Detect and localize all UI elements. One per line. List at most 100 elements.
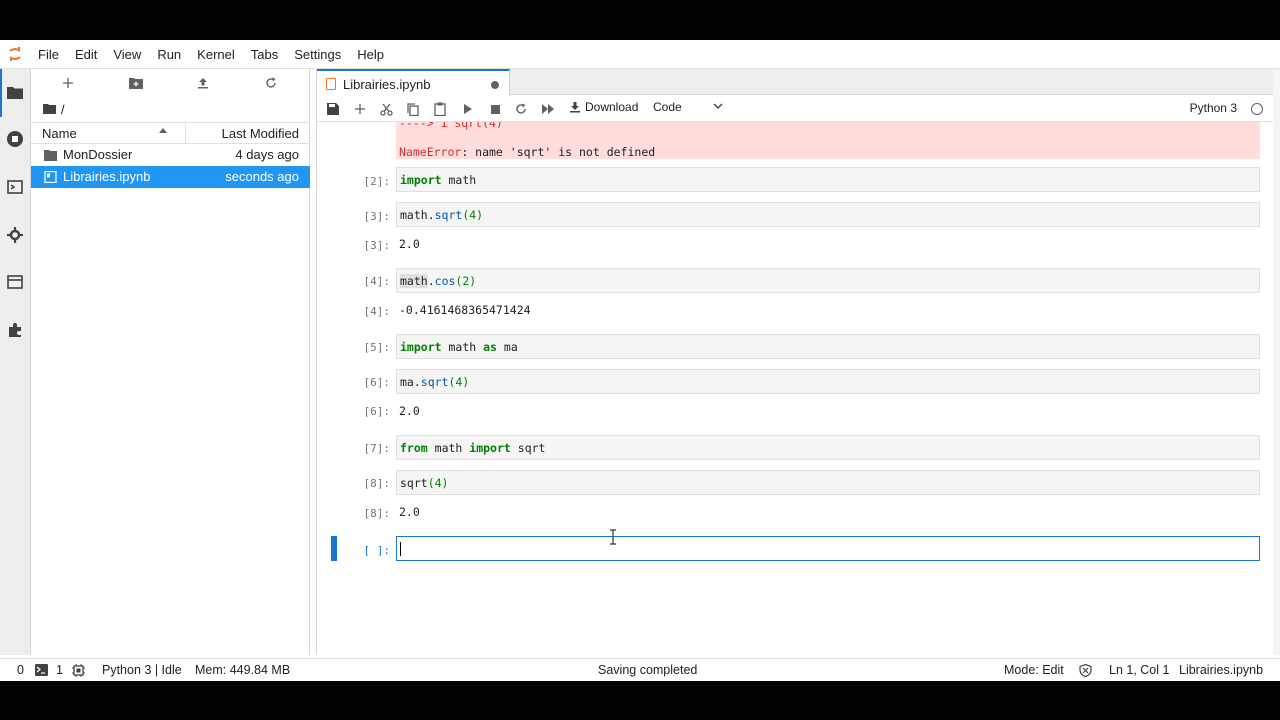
new-launcher-icon[interactable] [60,75,76,91]
code-cell[interactable]: from math import sqrt [396,435,1260,460]
file-modified: 4 days ago [235,147,299,162]
terminal-count[interactable]: 0 [17,663,24,677]
run-icon[interactable] [460,101,476,117]
download-button[interactable]: Download [569,100,638,114]
tab-bar: Librairies.ipynb [317,69,1274,96]
code-cell[interactable]: math.cos(2) [396,268,1260,293]
code-args: (4) [427,476,449,490]
cursor-position[interactable]: Ln 1, Col 1 [1109,663,1169,677]
code-keyword: import [400,340,442,354]
refresh-icon[interactable] [263,75,279,91]
error-message: NameError: name 'sqrt' is not defined [399,145,655,159]
file-name: MonDossier [63,147,133,162]
kernel-count[interactable]: 1 [56,663,63,677]
terminal-icon [35,664,48,679]
upload-icon[interactable] [195,75,211,91]
folder-icon[interactable] [43,102,56,117]
cell-type-select[interactable]: Code [653,100,723,114]
add-cell-icon[interactable] [352,101,368,117]
mouse-ibeam-cursor-icon [610,529,616,545]
kernel-name[interactable]: Python 3 [1190,101,1237,115]
cut-icon[interactable] [378,101,394,117]
code-function: sqrt [420,375,449,389]
input-prompt: [5]: [363,341,391,354]
code-keyword: import [469,441,511,455]
output-prompt: [8]: [363,507,391,520]
output-prompt: [6]: [363,405,391,418]
input-prompt: [6]: [363,376,391,389]
scrollbar[interactable] [1273,69,1280,655]
new-folder-icon[interactable] [128,75,144,91]
input-prompt: [3]: [363,210,391,223]
code-cell[interactable]: import math [396,167,1260,192]
menu-run[interactable]: Run [149,40,189,69]
folder-icon[interactable] [5,82,25,102]
fast-forward-icon[interactable] [540,101,556,117]
breadcrumb-root[interactable]: / [61,102,65,117]
input-prompt: [2]: [363,175,391,188]
output-prompt: [3]: [363,239,391,252]
input-prompt: [8]: [363,477,391,490]
code-cell[interactable]: math.sqrt(4) [396,202,1260,227]
editor-mode[interactable]: Mode: Edit [1004,663,1064,677]
column-modified-header[interactable]: Last Modified [222,123,299,144]
error-name: NameError [399,145,462,159]
file-item-mondossier[interactable]: MonDossier 4 days ago [31,144,310,166]
unsaved-indicator-icon[interactable] [491,81,499,89]
stop-icon[interactable] [487,101,503,117]
menu-tabs[interactable]: Tabs [243,40,286,69]
code-cell-active[interactable] [396,536,1260,561]
menu-view[interactable]: View [105,40,149,69]
code-text-highlighted: math [400,274,428,288]
menu-kernel[interactable]: Kernel [189,40,243,69]
code-cell[interactable]: import math as ma [396,334,1260,359]
status-message: Saving completed [598,663,698,677]
code-args: (4) [462,208,484,222]
column-name-label: Name [42,126,77,141]
active-tab-indicator [0,69,2,117]
output-prompt: [4]: [363,305,391,318]
column-name-header[interactable]: Name [31,123,186,144]
file-item-librairies[interactable]: Librairies.ipynb seconds ago [31,166,310,188]
cell-type-value: Code [653,100,682,114]
menu-settings[interactable]: Settings [286,40,349,69]
code-cell[interactable]: sqrt(4) [396,470,1260,495]
save-icon[interactable] [325,101,341,117]
kernel-status-icon [1251,103,1263,115]
input-prompt: [ ]: [363,544,391,557]
cell-output: 2.0 [399,237,420,251]
code-args: (2) [455,274,477,288]
tab-label: Librairies.ipynb [343,77,431,92]
menu-file[interactable]: File [30,40,67,69]
code-text: math [448,340,477,354]
paste-icon[interactable] [432,101,448,117]
sort-ascending-icon [159,128,167,133]
menu-edit[interactable]: Edit [67,40,105,69]
extensions-icon[interactable] [5,320,25,340]
code-keyword: import [400,173,442,187]
code-cell[interactable]: ma.sqrt(4) [396,369,1260,394]
copy-icon[interactable] [405,101,421,117]
error-trace: ----> 1 sqrt(4) [399,122,503,130]
code-text: . [427,274,435,288]
notebook-icon [44,171,57,183]
tabs-icon[interactable] [5,272,25,292]
left-sidebar [0,69,31,655]
menubar: File Edit View Run Kernel Tabs Settings … [0,40,1280,69]
code-text: sqrt [517,441,546,455]
tab-librairies[interactable]: Librairies.ipynb [317,69,510,96]
kernel-status[interactable]: Python 3 | Idle [102,663,182,677]
commands-icon[interactable] [5,177,25,197]
input-prompt: [7]: [363,442,391,455]
jupyter-logo-icon [0,40,30,69]
restart-icon[interactable] [513,101,529,117]
download-label: Download [585,100,639,114]
error-output: ----> 1 sqrt(4) NameError: name 'sqrt' i… [396,122,1260,159]
property-inspector-icon[interactable] [5,225,25,245]
trusted-icon[interactable] [1079,663,1092,680]
running-icon[interactable] [5,129,25,149]
current-filename: Librairies.ipynb [1179,663,1264,677]
status-bar: 0 1 Python 3 | Idle Mem: 449.84 MB Savin… [0,658,1280,681]
code-function: cos [434,274,456,288]
menu-help[interactable]: Help [349,40,392,69]
